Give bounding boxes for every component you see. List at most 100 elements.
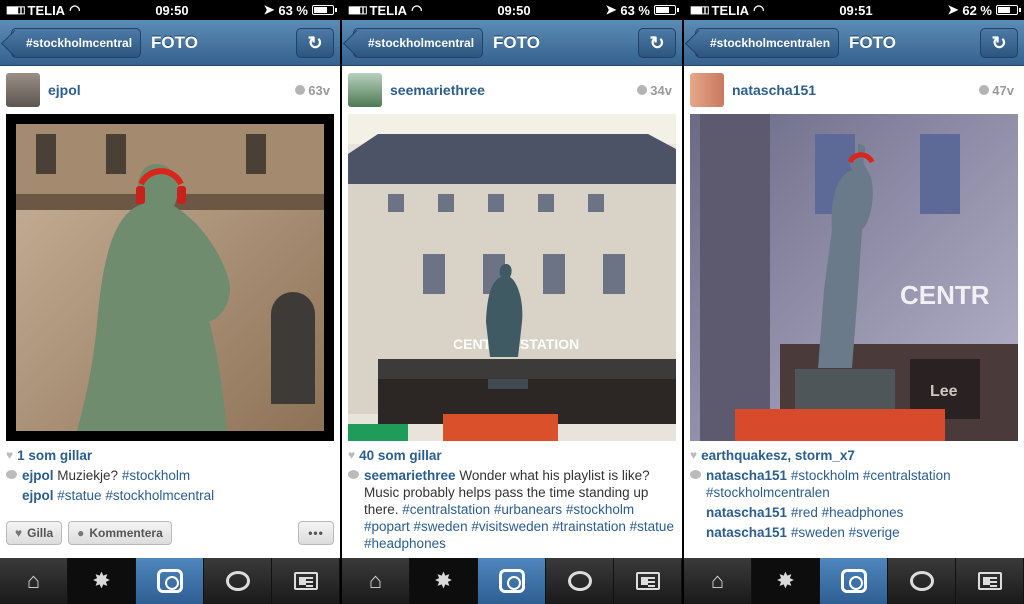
heart-icon: ♥ [348,448,356,462]
tab-home[interactable]: ⌂ [342,558,410,604]
back-button[interactable]: #stockholmcentralen [695,27,840,58]
tab-profile[interactable] [614,558,682,604]
likes-row[interactable]: ♥ 40 som gillar [348,447,676,464]
carrier-label: TELIA [369,2,408,18]
tab-bar: ⌂ ✸ [342,558,682,604]
status-time: 09:50 [155,2,189,18]
comment-button[interactable]: ● Kommentera [68,521,172,545]
tab-explore[interactable]: ✸ [68,558,136,604]
clock-icon [979,85,990,95]
statue-photo-image [16,124,324,431]
tab-profile[interactable] [272,558,340,604]
wifi-icon: ◠ [69,2,81,17]
likes-row[interactable]: ♥ 1 som gillar [6,447,334,464]
tab-news[interactable] [204,558,272,604]
comment-user[interactable]: natascha151 [706,525,787,540]
back-button[interactable]: #stockholmcentral [353,27,484,58]
news-icon [567,571,592,591]
post-time: 47v [979,83,1014,98]
comment: ejpol #statue #stockholmcentral [6,487,334,504]
comment-tags[interactable]: #centralstation #urbanears #stockholm #p… [364,502,674,551]
tab-news[interactable] [546,558,614,604]
nav-title: FOTO [849,32,896,52]
caption-area: ♥ 40 som gillar seemariethree Wonder what… [342,441,682,552]
post-username[interactable]: natascha151 [732,82,816,98]
back-button[interactable]: #stockholmcentral [11,27,142,58]
comment-user[interactable]: natascha151 [706,505,787,520]
battery-icon [996,5,1021,15]
caption-area: ♥ 1 som gillar ejpol Muziekje? #stockholm… [0,441,340,504]
post-photo[interactable]: Lee CENTR [690,114,1018,441]
comment-tags[interactable]: #statue #stockholmcentral [57,488,214,503]
comment-tags[interactable]: #sweden #sverige [791,525,900,540]
station-sign: CENTR [900,280,990,310]
profile-icon [293,572,318,590]
battery-icon [312,5,337,15]
avatar[interactable] [348,73,382,107]
tab-bar: ⌂ ✸ [0,558,340,604]
comment: natascha151 #red #headphones [690,504,1018,521]
avatar[interactable] [6,73,40,107]
battery-label: 63 % [278,2,308,18]
camera-icon [156,569,183,593]
status-bar: ▮▮▮▯▯ TELIA ◠ 09:50 ➤ 63 % [0,0,340,20]
refresh-button[interactable]: ↻ [980,28,1018,58]
post-header: natascha151 47v [684,66,1024,114]
home-icon: ⌂ [368,568,383,593]
tab-profile[interactable] [956,558,1024,604]
navigation-bar: #stockholmcentral FOTO ↻ [0,20,340,66]
action-bar: ♥ Gilla ● Kommentera ••• [6,520,334,546]
post-time: 63v [295,83,330,98]
refresh-icon: ↻ [991,32,1007,53]
tab-camera[interactable] [820,558,888,604]
tab-news[interactable] [888,558,956,604]
clock-icon [295,85,306,95]
comment: natascha151 #stockholm #centralstation #… [690,467,1018,501]
carrier-label: TELIA [27,2,66,18]
news-icon [225,571,250,591]
likes-row[interactable]: ♥ earthquakesz, storm_x7 [690,447,1018,464]
location-icon: ➤ [263,2,275,17]
comment-bubble-icon [6,470,17,479]
status-time: 09:50 [497,2,531,18]
tab-explore[interactable]: ✸ [410,558,478,604]
status-bar: ▮▮▮▯▯ TELIA ◠ 09:50 ➤ 63 % [342,0,682,20]
tab-home[interactable]: ⌂ [684,558,752,604]
comment-tags[interactable]: #stockholm [122,468,190,483]
heart-icon: ♥ [690,448,698,462]
comment: ejpol Muziekje? #stockholm [6,467,334,484]
comment-bubble-icon [348,470,359,479]
nav-title: FOTO [493,32,540,52]
tab-camera[interactable] [478,558,546,604]
comment-user[interactable]: ejpol [22,468,54,483]
location-icon: ➤ [605,2,617,17]
tab-camera[interactable] [136,558,204,604]
post-photo[interactable]: CENTRALSTATION [348,114,676,441]
tab-home[interactable]: ⌂ [0,558,68,604]
post-username[interactable]: seemariethree [390,82,485,98]
avatar[interactable] [690,73,724,107]
explore-icon: ✸ [776,568,795,593]
refresh-icon: ↻ [649,32,665,53]
post-username[interactable]: ejpol [48,82,81,98]
refresh-button[interactable]: ↻ [296,28,334,58]
profile-icon [977,572,1002,590]
location-icon: ➤ [947,2,959,17]
heart-icon: ♥ [6,448,14,462]
signal-icon: ▮▮▮▯▯ [348,4,367,16]
comment-tags[interactable]: #red #headphones [791,505,904,520]
comment-user[interactable]: seemariethree [364,468,456,483]
shop-sign: Lee [930,383,958,400]
signal-icon: ▮▮▮▯▯ [690,4,709,16]
more-button[interactable]: ••• [298,521,334,545]
refresh-button[interactable]: ↻ [638,28,676,58]
tab-bar: ⌂ ✸ [684,558,1024,604]
post-photo[interactable] [6,114,334,441]
wifi-icon: ◠ [753,2,765,17]
comment-user[interactable]: ejpol [22,488,54,503]
comment-user[interactable]: natascha151 [706,468,787,483]
comment: natascha151 #sweden #sverige [690,524,1018,541]
tab-explore[interactable]: ✸ [752,558,820,604]
like-button[interactable]: ♥ Gilla [6,521,63,545]
comment-text: Muziekje? [57,468,119,483]
